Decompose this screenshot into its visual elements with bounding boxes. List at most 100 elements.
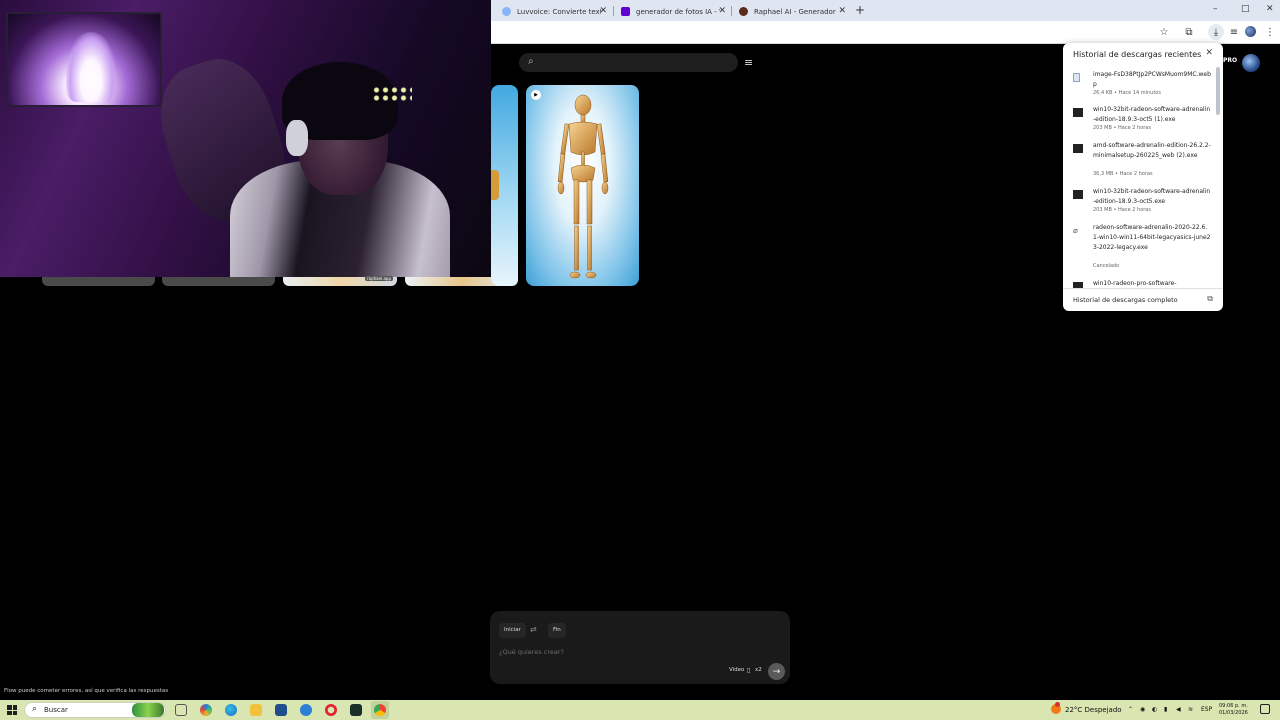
download-item[interactable]: win10-radeon-pro-software- — [1073, 279, 1211, 288]
clock-time: 09:06 p. m. — [1219, 703, 1248, 709]
amd-icon — [1073, 190, 1083, 199]
luvvoice-favicon-icon — [502, 7, 511, 16]
fire-image — [66, 32, 116, 102]
cancelled-file-icon: ⌀ — [1073, 226, 1078, 235]
chrome-icon[interactable] — [374, 704, 386, 716]
downloads-title: Historial de descargas recientes — [1073, 50, 1202, 59]
gallery-card[interactable] — [491, 85, 518, 286]
prompt-input[interactable]: ¿Qué quieres crear? — [499, 648, 564, 656]
tab-label: Luvvoice: Convierte texto a voz — [517, 7, 601, 16]
image-file-icon — [1073, 73, 1080, 82]
gallery-thumbnail[interactable] — [42, 277, 155, 286]
close-icon[interactable]: ✕ — [838, 6, 846, 16]
download-meta: 203 MB • Hace 2 horas — [1093, 207, 1151, 213]
end-frame-button[interactable]: Fin — [548, 623, 566, 638]
disclaimer-text: Flow puede cometer errores, así que veri… — [4, 688, 169, 694]
downloads-footer[interactable]: Historial de descargas completo ⧉ — [1063, 288, 1223, 311]
gallery-thumbnail[interactable] — [162, 277, 275, 286]
more-menu-icon[interactable]: ⋮ — [1263, 25, 1277, 39]
tray-icon[interactable]: ◉ — [1140, 706, 1145, 713]
tab-raphael[interactable]: Raphael AI - Generador de imá ✕ — [732, 2, 850, 21]
volume-icon[interactable]: ◀ — [1176, 706, 1181, 713]
download-meta: 26,4 KB • Hace 14 minutos — [1093, 90, 1161, 96]
skeleton-image — [557, 94, 609, 279]
chevron-up-icon[interactable]: ⌃ — [1128, 706, 1133, 713]
search-icon: ⌕ — [528, 56, 534, 67]
download-meta: 36,3 MB • Hace 2 horas — [1093, 171, 1153, 177]
open-external-icon[interactable]: ⧉ — [1207, 294, 1213, 304]
close-icon[interactable]: ✕ — [599, 6, 607, 16]
fireplace-screen — [6, 12, 162, 107]
windows-start-icon[interactable] — [7, 705, 17, 715]
amd-icon — [1073, 144, 1083, 153]
search-icon: ⌕ — [32, 704, 38, 714]
yahoo-favicon-icon — [621, 7, 630, 16]
download-filename: win10-32bit-radeon-software-adrenalin-ed… — [1093, 188, 1211, 205]
opera-icon[interactable] — [325, 704, 337, 716]
close-icon[interactable]: ✕ — [718, 6, 726, 16]
window-lights — [372, 86, 412, 102]
tab-luvvoice[interactable]: Luvvoice: Convierte texto a voz ✕ — [495, 2, 611, 21]
notification-badge — [1055, 702, 1060, 707]
amd-icon — [1073, 108, 1083, 117]
task-view-icon[interactable] — [175, 704, 187, 716]
user-avatar[interactable] — [1242, 54, 1260, 72]
tab-label: Raphael AI - Generador de imá — [754, 7, 838, 16]
download-filename: win10-radeon-pro-software- — [1093, 280, 1177, 287]
wifi-icon[interactable]: ≋ — [1188, 706, 1193, 713]
full-history-link[interactable]: Historial de descargas completo — [1073, 296, 1178, 304]
swap-icon[interactable]: ⇄ — [530, 625, 537, 634]
language-indicator[interactable]: ESP — [1201, 706, 1212, 713]
bookmark-star-icon[interactable]: ☆ — [1157, 25, 1171, 39]
file-explorer-icon[interactable] — [250, 704, 262, 716]
media-control-icon[interactable]: ≡ — [1227, 25, 1241, 39]
close-icon[interactable]: ✕ — [1205, 48, 1213, 58]
thumbnail-tag: raphael.app — [365, 276, 393, 281]
minimize-button[interactable]: – — [1213, 4, 1218, 14]
downloads-scrollbar[interactable] — [1216, 67, 1220, 115]
window-close-button[interactable]: ✕ — [1266, 4, 1274, 14]
store-icon[interactable] — [275, 704, 287, 716]
taskbar-clock[interactable]: 09:06 p. m. 01/03/2026 — [1219, 703, 1248, 717]
skeleton-fragment — [491, 170, 499, 200]
aspect-ratio-icon[interactable]: ▯ — [747, 667, 750, 674]
taskbar-search-label: Buscar — [44, 706, 68, 714]
download-meta: 203 MB • Hace 2 horas — [1093, 125, 1151, 131]
extensions-icon[interactable]: ⧉ — [1182, 25, 1196, 39]
tab-label: generador de fotos IA - Yahoo — [636, 7, 720, 16]
gallery-thumbnail[interactable]: raphael.app — [283, 276, 397, 286]
webcam-overlay — [0, 0, 491, 277]
download-filename: image-FsD38PtJp2PCWsMuom9MC.webp — [1093, 71, 1211, 88]
filter-icon[interactable]: ≡ — [744, 56, 753, 69]
download-filename: amd-software-adrenalin-edition-26.2.2-mi… — [1093, 142, 1211, 159]
profile-avatar[interactable] — [1245, 26, 1256, 37]
download-filename: radeon-software-adrenalin-2020-22.6.1-wi… — [1093, 224, 1211, 251]
play-icon[interactable]: ▶ — [531, 90, 541, 100]
photos-icon[interactable] — [300, 704, 312, 716]
battery-icon[interactable]: ▮ — [1164, 706, 1167, 713]
tab-yahoo[interactable]: generador de fotos IA - Yahoo ✕ — [614, 2, 730, 21]
new-tab-button[interactable]: + — [855, 3, 865, 17]
network-icon[interactable]: ◐ — [1152, 706, 1157, 713]
weather-label[interactable]: 22°C Despejado — [1065, 706, 1122, 714]
clock-date: 01/03/2026 — [1219, 710, 1248, 716]
pro-badge: PRO — [1223, 57, 1238, 64]
search-input[interactable] — [519, 53, 738, 72]
mode-selector[interactable]: Video — [729, 667, 744, 673]
maximize-button[interactable]: □ — [1241, 4, 1250, 14]
edge-icon[interactable] — [225, 704, 237, 716]
start-frame-button[interactable]: Iniciar — [499, 623, 526, 638]
raphael-favicon-icon — [739, 7, 748, 16]
arrow-right-icon: → — [772, 666, 781, 677]
downloads-icon[interactable]: ⤓ — [1208, 24, 1224, 40]
headphones-icon — [286, 120, 308, 156]
download-filename: win10-32bit-radeon-software-adrenalin-ed… — [1093, 106, 1211, 123]
search-highlight-image — [132, 703, 164, 717]
download-meta: Cancelado — [1093, 263, 1120, 269]
app-icon[interactable] — [350, 704, 362, 716]
copilot-icon[interactable] — [200, 704, 212, 716]
send-button[interactable]: → — [768, 663, 785, 680]
output-count[interactable]: x2 — [755, 667, 762, 673]
downloads-panel: Historial de descargas recientes ✕ image… — [1063, 43, 1223, 311]
notifications-icon[interactable] — [1260, 704, 1270, 714]
